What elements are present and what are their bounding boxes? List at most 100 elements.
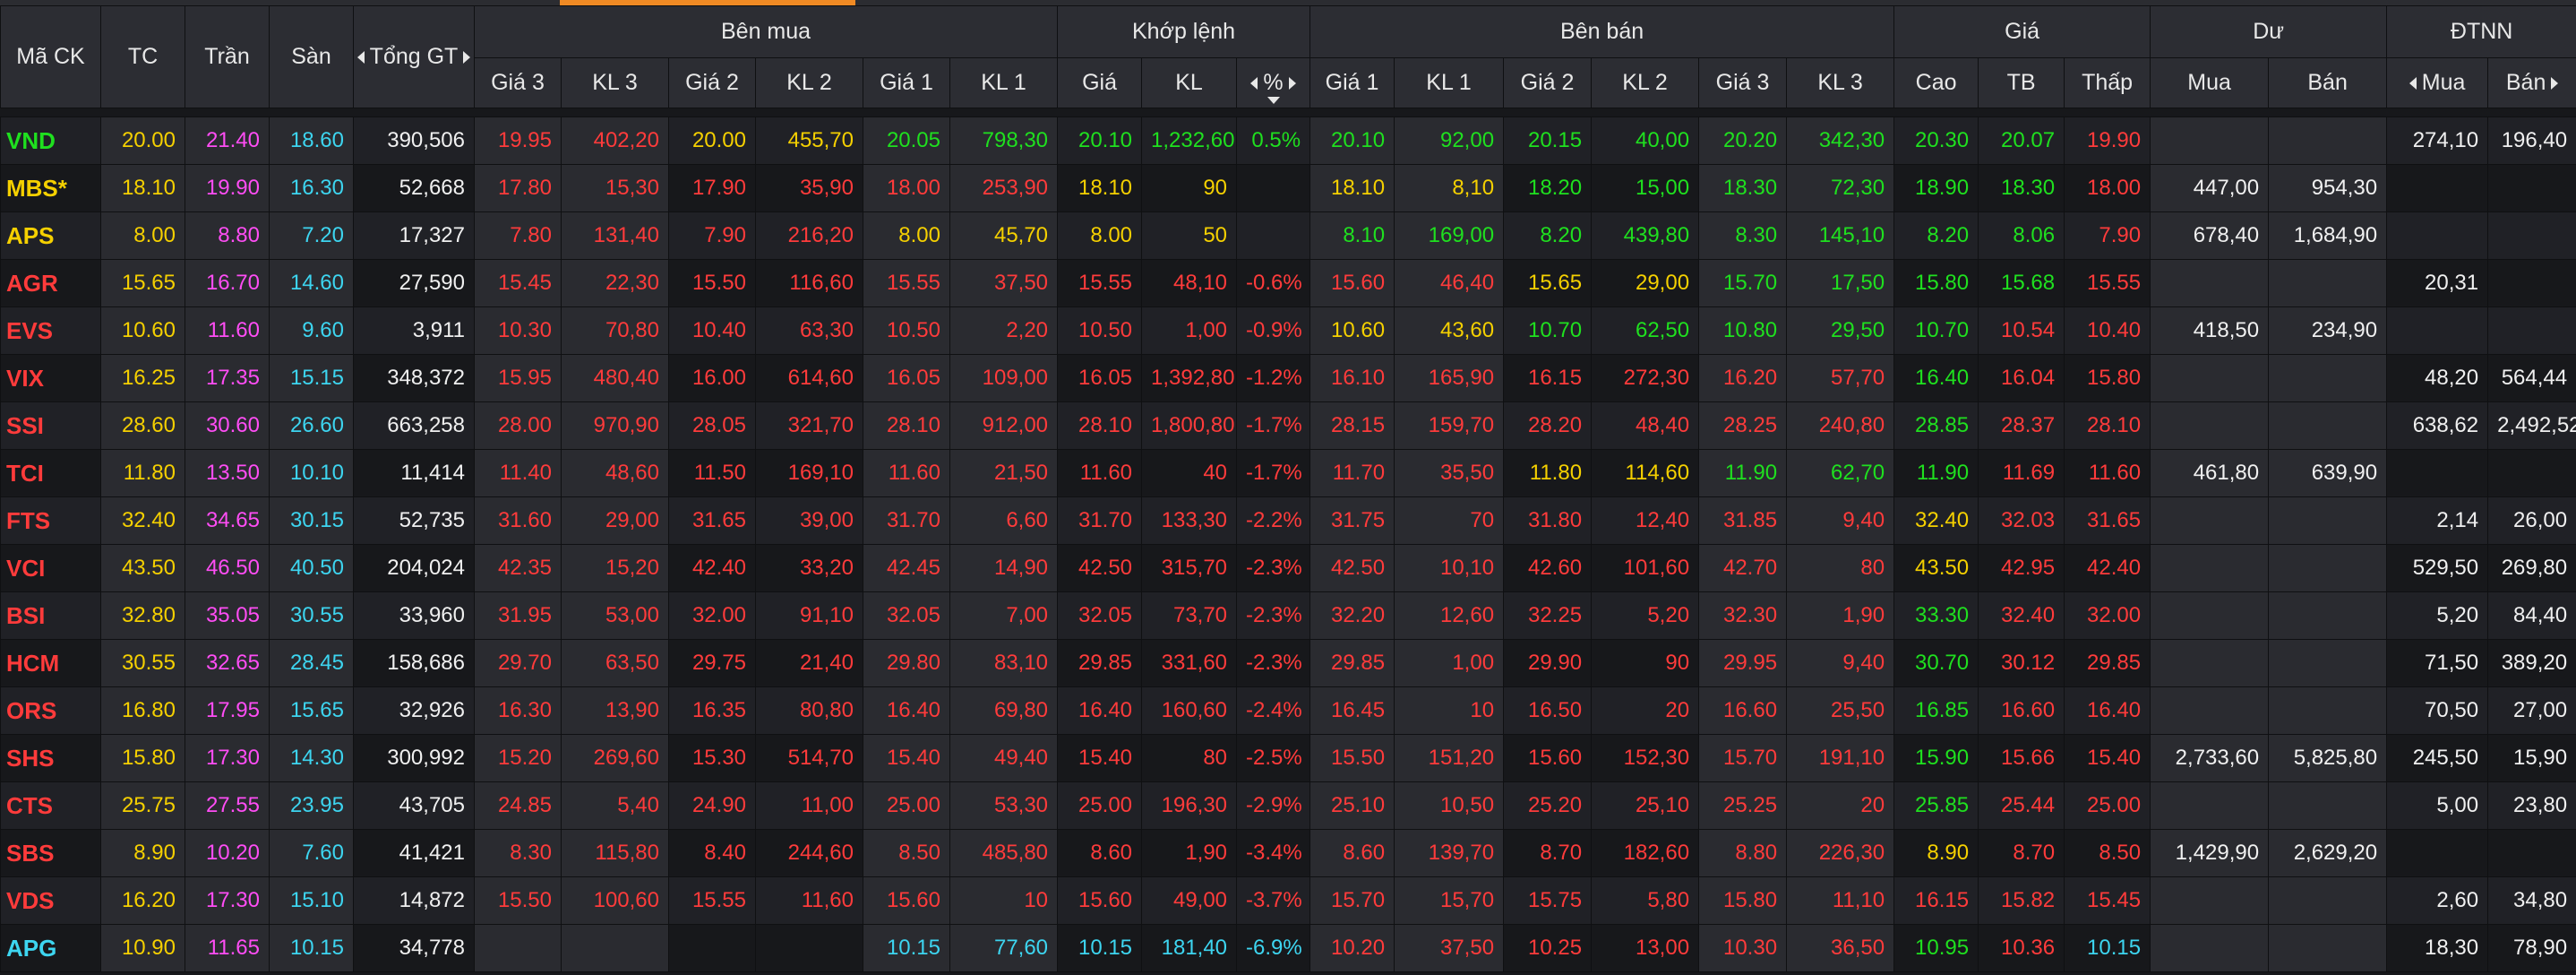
ceiling-price-cell: 11.60 xyxy=(185,306,270,355)
stock-row[interactable]: SBS 8.90 10.20 7.60 41,421 8.30 115,80 8.40 244,… xyxy=(0,829,2576,877)
symbol-cell[interactable]: VIX xyxy=(0,354,101,402)
stock-row[interactable]: VCI 43.50 46.50 40.50 204,024 42.35 15,20 42.40… xyxy=(0,544,2576,592)
buy-price-3-cell: 15.95 xyxy=(474,354,562,402)
col-foreign-buy[interactable]: Mua xyxy=(2386,57,2489,108)
total-value-cell: 11,414 xyxy=(353,449,475,497)
average-price-cell: 15.82 xyxy=(1978,876,2065,925)
sell-price-1-cell: 32.20 xyxy=(1309,591,1395,640)
col-buy-vol-1[interactable]: KL 1 xyxy=(949,57,1059,108)
symbol-cell[interactable]: MBS* xyxy=(0,164,101,212)
match-change-cell: -0.6% xyxy=(1236,259,1311,307)
col-ceiling[interactable]: Trần xyxy=(185,5,270,108)
col-buy-vol-2[interactable]: KL 2 xyxy=(755,57,863,108)
stock-row[interactable]: VIX 16.25 17.35 15.15 348,372 15.95 480,40 16.0… xyxy=(0,354,2576,402)
stock-row[interactable]: EVS 10.60 11.60 9.60 3,911 10.30 70,80 10.40 63,… xyxy=(0,306,2576,355)
symbol-cell[interactable]: SBS xyxy=(0,829,101,877)
col-match-vol[interactable]: KL xyxy=(1141,57,1238,108)
buy-vol-2-cell: 33,20 xyxy=(755,544,863,592)
buy-vol-1-cell: 14,90 xyxy=(949,544,1059,592)
symbol-cell[interactable]: FTS xyxy=(0,496,101,545)
caret-left-icon[interactable] xyxy=(1250,77,1258,91)
sell-price-3-cell: 15.70 xyxy=(1698,734,1788,782)
buy-vol-2-cell: 63,30 xyxy=(755,306,863,355)
stock-row[interactable]: FTS 32.40 34.65 30.15 52,735 31.60 29,00 31.65 3… xyxy=(0,496,2576,545)
col-floor[interactable]: Sàn xyxy=(269,5,354,108)
stock-row[interactable]: HCM 30.55 32.65 28.45 158,686 29.70 63,50 29.75… xyxy=(0,639,2576,687)
symbol-cell[interactable]: AGR xyxy=(0,259,101,307)
col-low[interactable]: Thấp xyxy=(2064,57,2151,108)
stock-row[interactable]: ORS 16.80 17.95 15.65 32,926 16.30 13,90 16.35 8… xyxy=(0,686,2576,735)
stock-row[interactable]: TCI 11.80 13.50 10.10 11,414 11.40 48,60 11.50 1… xyxy=(0,449,2576,497)
col-buy-price-2[interactable]: Giá 2 xyxy=(668,57,756,108)
reference-price-cell: 8.00 xyxy=(100,211,185,260)
stock-row[interactable]: BSI 32.80 35.05 30.55 33,960 31.95 53,00 32.00 9… xyxy=(0,591,2576,640)
low-price-cell: 25.00 xyxy=(2064,781,2151,830)
stock-row[interactable]: VND 20.00 21.40 18.60 390,506 19.95 402,20 20.0… xyxy=(0,116,2576,165)
stock-row[interactable]: VDS 16.20 17.30 15.10 14,872 15.50 100,60 15.55… xyxy=(0,876,2576,925)
col-total-value[interactable]: Tổng GT xyxy=(353,5,475,108)
col-average[interactable]: TB xyxy=(1978,57,2065,108)
sell-price-1-cell: 29.85 xyxy=(1309,639,1395,687)
match-vol-cell: 80 xyxy=(1141,734,1238,782)
symbol-cell[interactable]: APS xyxy=(0,211,101,260)
col-sell-price-1[interactable]: Giá 1 xyxy=(1309,57,1395,108)
symbol-cell[interactable]: EVS xyxy=(0,306,101,355)
col-sell-vol-2[interactable]: KL 2 xyxy=(1591,57,1700,108)
col-sell-price-2[interactable]: Giá 2 xyxy=(1503,57,1593,108)
remain-buy-cell xyxy=(2150,401,2270,450)
sell-vol-1-cell: 8,10 xyxy=(1394,164,1505,212)
sell-price-1-cell: 42.50 xyxy=(1309,544,1395,592)
floor-price-cell: 30.55 xyxy=(269,591,354,640)
stock-row[interactable]: SSI 28.60 30.60 26.60 663,258 28.00 970,90 28.0… xyxy=(0,401,2576,450)
col-buy-price-3[interactable]: Giá 3 xyxy=(474,57,562,108)
stock-row[interactable]: APG 10.90 11.65 10.15 34,778 10.15 77,60 10.15 1… xyxy=(0,924,2576,972)
caret-left-icon[interactable] xyxy=(2409,77,2417,91)
col-match-price[interactable]: Giá xyxy=(1057,57,1143,108)
high-price-cell: 10.70 xyxy=(1893,306,1979,355)
stock-row[interactable]: AGR 15.65 16.70 14.60 27,590 15.45 22,30 15.50 1… xyxy=(0,259,2576,307)
average-price-cell: 32.40 xyxy=(1978,591,2065,640)
col-buy-vol-3[interactable]: KL 3 xyxy=(561,57,669,108)
high-price-cell: 8.20 xyxy=(1893,211,1979,260)
col-remain-sell[interactable]: Bán xyxy=(2268,57,2388,108)
average-price-cell: 15.68 xyxy=(1978,259,2065,307)
buy-vol-2-cell: 244,60 xyxy=(755,829,863,877)
symbol-cell[interactable]: ORS xyxy=(0,686,101,735)
col-sell-price-3[interactable]: Giá 3 xyxy=(1698,57,1788,108)
col-sell-vol-3[interactable]: KL 3 xyxy=(1786,57,1895,108)
col-sell-vol-1[interactable]: KL 1 xyxy=(1394,57,1505,108)
buy-price-2-cell: 24.90 xyxy=(668,781,756,830)
stock-row[interactable]: CTS 25.75 27.55 23.95 43,705 24.85 5,40 24.90 11… xyxy=(0,781,2576,830)
buy-vol-3-cell: 15,30 xyxy=(561,164,669,212)
reference-price-cell: 32.40 xyxy=(100,496,185,545)
sell-price-2-cell: 15.75 xyxy=(1503,876,1593,925)
sell-vol-2-cell: 182,60 xyxy=(1591,829,1700,877)
stock-row[interactable]: APS 8.00 8.80 7.20 17,327 7.80 131,40 7.90 216,2… xyxy=(0,211,2576,260)
caret-right-icon[interactable] xyxy=(2551,77,2559,91)
col-foreign-sell[interactable]: Bán xyxy=(2487,57,2576,108)
col-remain-buy[interactable]: Mua xyxy=(2150,57,2270,108)
caret-right-icon[interactable] xyxy=(463,51,471,65)
col-buy-price-1[interactable]: Giá 1 xyxy=(863,57,950,108)
symbol-cell[interactable]: VND xyxy=(0,116,101,165)
caret-right-icon[interactable] xyxy=(1288,77,1296,91)
symbol-cell[interactable]: SHS xyxy=(0,734,101,782)
symbol-cell[interactable]: BSI xyxy=(0,591,101,640)
col-match-change[interactable]: % xyxy=(1236,57,1311,108)
col-high[interactable]: Cao xyxy=(1893,57,1979,108)
col-reference[interactable]: TC xyxy=(100,5,185,108)
sell-price-2-cell: 20.15 xyxy=(1503,116,1593,165)
caret-left-icon[interactable] xyxy=(356,51,365,65)
symbol-cell[interactable]: SSI xyxy=(0,401,101,450)
symbol-cell[interactable]: HCM xyxy=(0,639,101,687)
sell-price-1-cell: 11.70 xyxy=(1309,449,1395,497)
stock-row[interactable]: MBS* 18.10 19.90 16.30 52,668 17.80 15,30 17.90… xyxy=(0,164,2576,212)
symbol-cell[interactable]: VDS xyxy=(0,876,101,925)
symbol-cell[interactable]: TCI xyxy=(0,449,101,497)
symbol-cell[interactable]: VCI xyxy=(0,544,101,592)
stock-row[interactable]: SHS 15.80 17.30 14.30 300,992 15.20 269,60 15.3… xyxy=(0,734,2576,782)
symbol-cell[interactable]: APG xyxy=(0,924,101,972)
col-symbol[interactable]: Mã CK xyxy=(0,5,101,108)
floor-price-cell: 10.15 xyxy=(269,924,354,972)
symbol-cell[interactable]: CTS xyxy=(0,781,101,830)
